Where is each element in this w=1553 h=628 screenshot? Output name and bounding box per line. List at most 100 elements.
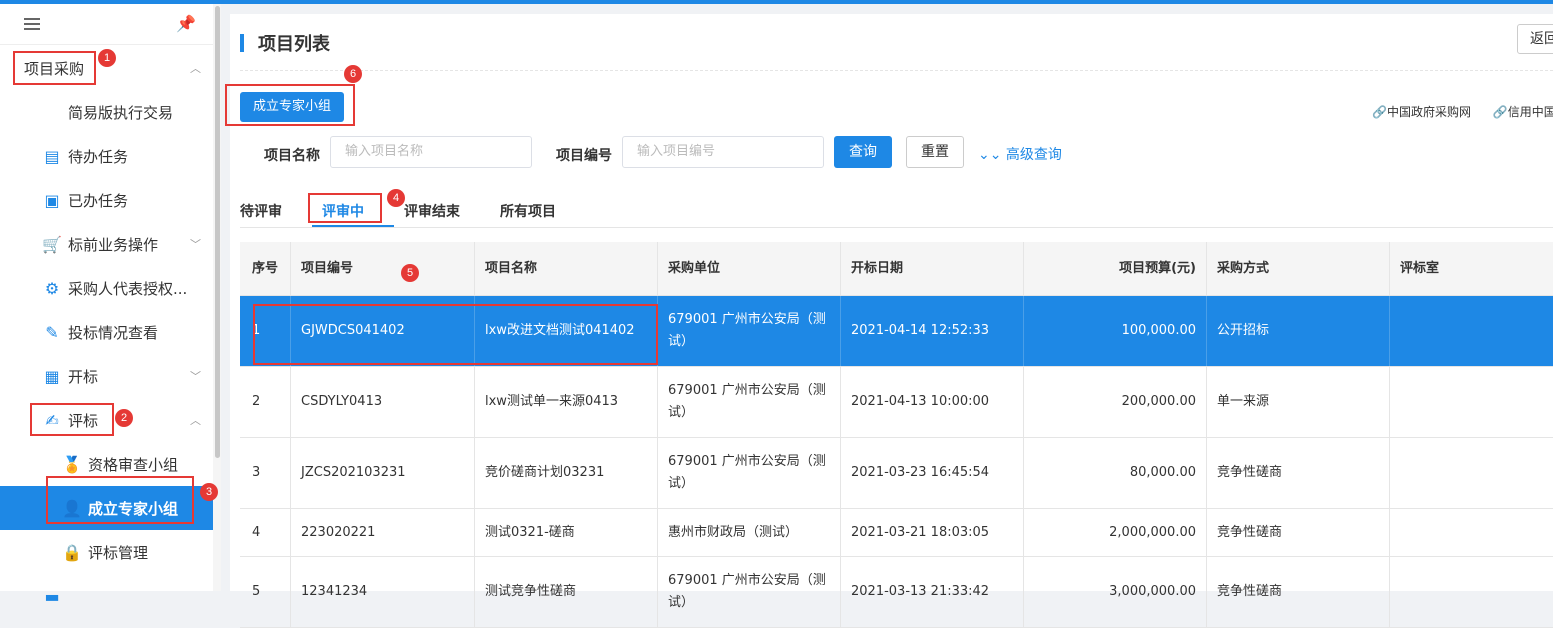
cell-purchaser: 679001 广州市公安局（测试） [657,296,840,366]
top-accent-bar [0,0,1553,4]
menu-icon[interactable] [24,18,40,30]
column-header: 序号 [252,260,279,276]
cell-method: 竞争性磋商 [1206,509,1389,556]
cell-room [1389,367,1553,437]
sidebar-item-label: 采购人代表授权... [68,279,188,298]
project-code-input[interactable]: 输入项目编号 [622,136,824,168]
sidebar-scrollbar-thumb[interactable] [215,6,220,458]
sidebar-item-evaluation-management[interactable]: 🔒 评标管理 [0,530,213,574]
query-button[interactable]: 查询 [834,136,892,168]
chevron-down-icon: ﹀ [190,370,201,383]
cell-project-code: JZCS202103231 [290,438,474,508]
cell-project-name: 测试0321-磋商 [474,509,657,556]
annotation-badge: 6 [344,65,362,83]
annotation-badge: 3 [200,483,218,501]
cell-room [1389,296,1553,366]
advanced-query-toggle[interactable]: ⌄⌄ 高级查询 [978,144,1062,164]
sidebar-item-label: 开标 [68,367,99,386]
chevron-down-icon: ﹀ [190,238,201,251]
credit-china-link[interactable]: 🔗信用中国 [1493,105,1553,119]
sidebar-item-label: 简易版执行交易 [68,103,174,122]
active-tab-indicator [312,225,394,227]
annotation-box [308,193,382,223]
advanced-query-label: 高级查询 [1005,147,1062,163]
tab-finished[interactable]: 评审结束 [404,201,460,221]
cell-index: 4 [252,524,261,540]
cart-icon: 🛒 [42,234,62,254]
pin-icon[interactable]: 📌 [176,14,196,33]
status-tabs: 待评审 评审中 评审结束 所有项目 [240,196,1553,228]
cell-project-code: 12341234 [290,557,474,627]
reset-button[interactable]: 重置 [906,136,964,168]
column-header: 采购单位 [657,242,840,295]
cell-open-date: 2021-04-13 10:00:00 [840,367,1023,437]
tab-all-projects[interactable]: 所有项目 [500,201,556,221]
annotation-badge: 4 [387,189,405,207]
sidebar-item-more[interactable]: ▬ [0,574,213,618]
table-row[interactable]: 5 12341234 测试竞争性磋商 679001 广州市公安局（测试） 202… [240,557,1553,628]
cell-budget: 2,000,000.00 [1023,509,1206,556]
sidebar-item-bid-view[interactable]: ✎ 投标情况查看 [0,310,213,354]
main-panel: 项目列表 返回 成立专家小组 🔗中国政府采购网 🔗信用中国 项目名称 输入项目名… [230,14,1553,628]
annotation-box [253,304,658,365]
cell-method: 公开招标 [1206,296,1389,366]
cell-method: 竞争性磋商 [1206,438,1389,508]
sidebar-item-label: 资格审查小组 [88,455,179,474]
column-header: 项目名称 [474,242,657,295]
cell-room [1389,509,1553,556]
table-row[interactable]: 4 223020221 测试0321-磋商 惠州市财政局（测试） 2021-03… [240,509,1553,557]
cell-budget: 200,000.00 [1023,367,1206,437]
cell-index: 2 [252,394,261,409]
sidebar-item-label: 评标管理 [88,543,149,562]
page-title: 项目列表 [258,34,330,55]
table-header-row: 序号 项目编号 项目名称 采购单位 开标日期 项目预算(元) 采购方式 评标室 [240,242,1553,296]
medal-icon: 🏅 [62,454,82,474]
cell-open-date: 2021-03-21 18:03:05 [840,509,1023,556]
double-chevron-down-icon: ⌄⌄ [978,147,1002,163]
project-name-input[interactable]: 输入项目名称 [330,136,532,168]
back-button[interactable]: 返回 [1517,24,1553,54]
cell-purchaser: 679001 广州市公安局（测试） [657,438,840,508]
sidebar-item-todo[interactable]: ▤ 待办任务 [0,134,213,178]
tab-pending[interactable]: 待评审 [240,201,282,221]
table-row[interactable]: 2 CSDYLY0413 lxw测试单一来源0413 679001 广州市公安局… [240,367,1553,438]
column-header: 评标室 [1389,242,1553,295]
title-accent [240,34,244,52]
document-icon: ▦ [44,366,60,386]
sidebar-item-pre-bid[interactable]: 🛒 标前业务操作 ﹀ [0,222,213,266]
project-code-label: 项目编号 [556,148,612,164]
annotation-box [225,84,355,126]
gov-procurement-link[interactable]: 🔗中国政府采购网 [1372,105,1471,119]
cell-open-date: 2021-04-14 12:52:33 [840,296,1023,366]
cell-purchaser: 679001 广州市公安局（测试） [657,367,840,437]
project-name-label: 项目名称 [264,148,320,164]
column-header: 项目编号 [290,242,474,295]
gear-icon: ⚙ [44,278,60,298]
column-header: 采购方式 [1206,242,1389,295]
cell-index: 3 [252,465,261,480]
sidebar-item-simple-trade[interactable]: 简易版执行交易 [0,90,213,134]
sidebar-item-label: 标前业务操作 [68,235,159,254]
cell-project-name: 测试竞争性磋商 [474,557,657,627]
annotation-badge: 2 [115,409,133,427]
divider [240,70,1553,71]
sidebar-header: 📌 [0,4,213,45]
chevron-up-icon: ︿ [190,62,201,75]
annotation-box [13,51,96,85]
done-task-icon: ▣ [44,190,60,210]
sidebar-item-done[interactable]: ▣ 已办任务 [0,178,213,222]
cell-budget: 80,000.00 [1023,438,1206,508]
cell-room [1389,557,1553,627]
sidebar-item-authorization[interactable]: ⚙ 采购人代表授权... [0,266,213,310]
sidebar-item-label: 已办任务 [68,191,129,210]
cell-purchaser: 679001 广州市公安局（测试） [657,557,840,627]
annotation-box [46,476,194,524]
table-row[interactable]: 3 JZCS202103231 竞价磋商计划03231 679001 广州市公安… [240,438,1553,509]
external-links: 🔗中国政府采购网 🔗信用中国 [1372,103,1553,120]
column-header: 项目预算(元) [1023,242,1206,295]
sidebar-item-bid-opening[interactable]: ▦ 开标 ﹀ [0,354,213,398]
lock-icon: 🔒 [62,542,82,562]
annotation-badge: 5 [401,264,419,282]
sidebar-item-label: 投标情况查看 [68,323,159,342]
cell-budget: 100,000.00 [1023,296,1206,366]
